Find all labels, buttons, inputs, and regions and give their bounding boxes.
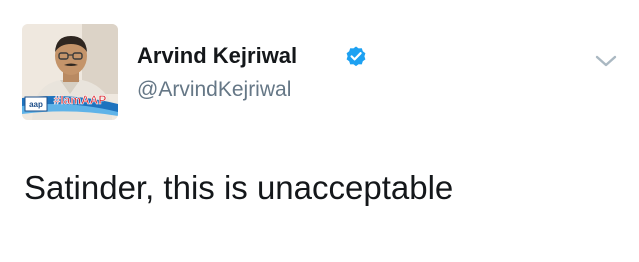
chevron-down-icon[interactable] xyxy=(594,53,618,69)
author-handle[interactable]: @ArvindKejriwal xyxy=(137,77,291,103)
avatar-badge-hashtag: #IamAAP xyxy=(54,93,107,107)
avatar[interactable]: aap #IamAAP xyxy=(22,24,118,120)
avatar-badge-aap: aap xyxy=(29,100,43,109)
tweet-card: aap #IamAAP Arvind Kejriwal @ArvindKejri… xyxy=(0,0,639,262)
author-name[interactable]: Arvind Kejriwal xyxy=(137,43,297,69)
tweet-text: Satinder, this is unacceptable xyxy=(24,169,454,206)
verified-badge-icon xyxy=(346,46,366,67)
avatar-image: aap #IamAAP xyxy=(22,24,118,120)
